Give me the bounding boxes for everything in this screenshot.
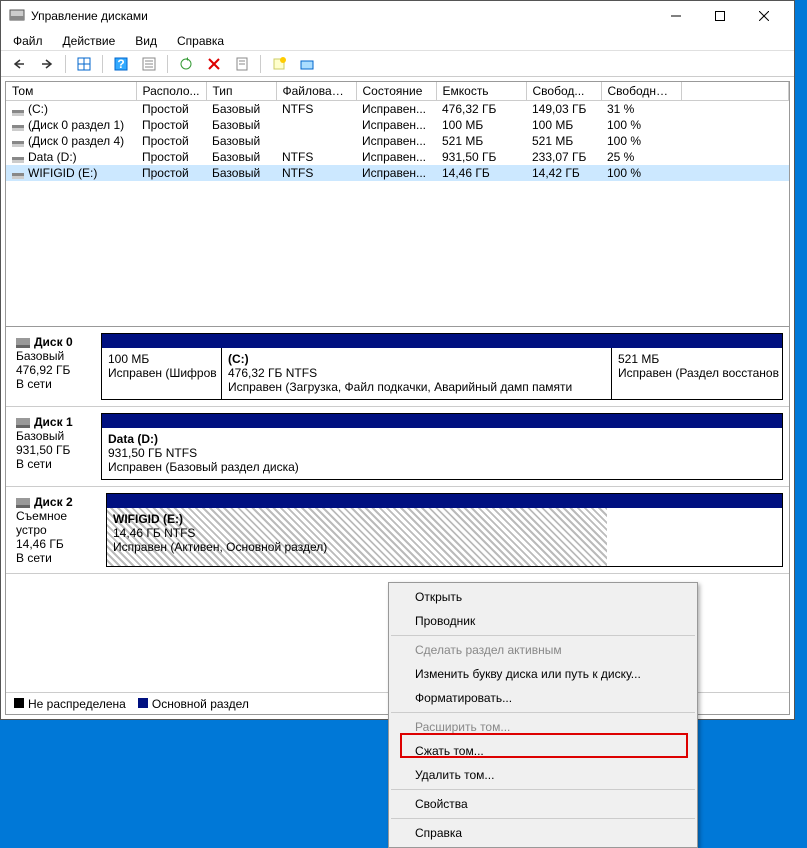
partition-container: WIFIGID (E:) 14,46 ГБ NTFS Исправен (Акт… [106,493,783,567]
toolbar: ? [1,51,794,77]
partition-container: 100 МБ Исправен (Шифров (C:) 476,32 ГБ N… [101,333,783,400]
menu-properties[interactable]: Свойства [391,792,695,816]
table-header-row: Том Располо... Тип Файловая с... Состоян… [6,82,789,101]
drive-icon [12,120,24,130]
menu-delete[interactable]: Удалить том... [391,763,695,787]
menu-explorer[interactable]: Проводник [391,609,695,633]
titlebar: Управление дисками [1,1,794,31]
partition[interactable]: WIFIGID (E:) 14,46 ГБ NTFS Исправен (Акт… [107,508,607,566]
partition[interactable]: (C:) 476,32 ГБ NTFS Исправен (Загрузка, … [222,348,612,399]
menu-open[interactable]: Открыть [391,585,695,609]
maximize-button[interactable] [698,1,742,31]
forward-button[interactable] [35,53,59,75]
menu-action[interactable]: Действие [59,32,120,50]
col-free[interactable]: Свобод... [526,82,601,101]
col-capacity[interactable]: Емкость [436,82,526,101]
table-row[interactable]: WIFIGID (E:) ПростойБазовыйNTFS Исправен… [6,165,789,181]
disk-row: Диск 2 Съемное устро14,46 ГБВ сети WIFIG… [6,487,789,574]
refresh-icon[interactable] [174,53,198,75]
menu-help[interactable]: Справка [173,32,228,50]
delete-icon[interactable] [202,53,226,75]
disk-icon [16,338,30,348]
menu-extend: Расширить том... [391,715,695,739]
partition[interactable]: 521 МБ Исправен (Раздел восстанов [612,348,782,399]
col-layout[interactable]: Располо... [136,82,206,101]
disk-icon [16,418,30,428]
app-icon [9,8,25,24]
help-icon[interactable]: ? [109,53,133,75]
menu-change-letter[interactable]: Изменить букву диска или путь к диску... [391,662,695,686]
drive-icon [12,152,24,162]
disk-row: Диск 1 Базовый931,50 ГБВ сети Data (D:) … [6,407,789,487]
col-freepct[interactable]: Свободно % [601,82,681,101]
menu-file[interactable]: Файл [9,32,47,50]
partition[interactable]: Data (D:) 931,50 ГБ NTFS Исправен (Базов… [102,428,782,479]
menu-make-active: Сделать раздел активным [391,638,695,662]
partition[interactable]: 100 МБ Исправен (Шифров [102,348,222,399]
menubar: Файл Действие Вид Справка [1,31,794,51]
window-title: Управление дисками [31,9,654,23]
menu-view[interactable]: Вид [131,32,161,50]
new-icon[interactable] [267,53,291,75]
disk-row: Диск 0 Базовый476,92 ГБВ сети 100 МБ Исп… [6,327,789,407]
table-row[interactable]: Data (D:) ПростойБазовыйNTFS Исправен...… [6,149,789,165]
col-type[interactable]: Тип [206,82,276,101]
menu-shrink[interactable]: Сжать том... [391,739,695,763]
drive-icon [12,136,24,146]
col-volume[interactable]: Том [6,82,136,101]
grid-icon[interactable] [72,53,96,75]
action-icon[interactable] [295,53,319,75]
volume-table[interactable]: Том Располо... Тип Файловая с... Состоян… [6,82,789,327]
menu-format[interactable]: Форматировать... [391,686,695,710]
close-button[interactable] [742,1,786,31]
table-row[interactable]: (Диск 0 раздел 4) ПростойБазовый Исправе… [6,133,789,149]
col-fs[interactable]: Файловая с... [276,82,356,101]
legend-unallocated: Не распределена [14,697,126,711]
back-button[interactable] [7,53,31,75]
list-icon[interactable] [137,53,161,75]
table-row[interactable]: (Диск 0 раздел 1) ПростойБазовый Исправе… [6,117,789,133]
drive-icon [12,105,24,115]
disk-label: Диск 1 Базовый931,50 ГБВ сети [12,413,97,480]
context-menu: Открыть Проводник Сделать раздел активны… [388,582,698,848]
col-status[interactable]: Состояние [356,82,436,101]
disk-label: Диск 0 Базовый476,92 ГБВ сети [12,333,97,400]
disk-icon [16,498,30,508]
table-row[interactable]: (C:) ПростойБазовыйNTFS Исправен...476,3… [6,101,789,117]
legend-primary: Основной раздел [138,697,249,711]
menu-help[interactable]: Справка [391,821,695,845]
minimize-button[interactable] [654,1,698,31]
disk-label: Диск 2 Съемное устро14,46 ГБВ сети [12,493,102,567]
properties-icon[interactable] [230,53,254,75]
drive-icon [12,168,24,178]
partition-container: Data (D:) 931,50 ГБ NTFS Исправен (Базов… [101,413,783,480]
svg-text:?: ? [117,57,124,71]
